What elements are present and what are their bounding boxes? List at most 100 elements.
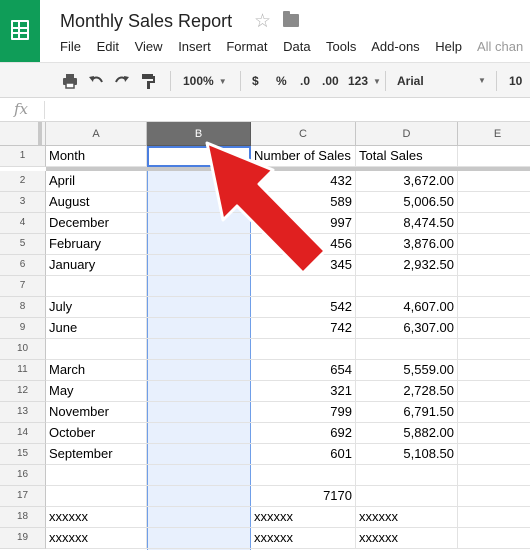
cell-d18[interactable]: xxxxxx bbox=[356, 507, 458, 528]
cell-d3[interactable]: 5,006.50 bbox=[356, 192, 458, 213]
cell-c13[interactable]: 799 bbox=[251, 402, 356, 423]
row-header[interactable]: 2 bbox=[0, 171, 46, 192]
font-select[interactable]: Arial ▼ bbox=[397, 63, 487, 99]
cell-c18[interactable]: xxxxxx bbox=[251, 507, 356, 528]
cell-d5[interactable]: 3,876.00 bbox=[356, 234, 458, 255]
cell-a19[interactable]: xxxxxx bbox=[46, 528, 147, 549]
cell-b12[interactable] bbox=[147, 381, 251, 402]
cell-c15[interactable]: 601 bbox=[251, 444, 356, 465]
cell-e1[interactable] bbox=[458, 146, 530, 167]
cell-b16[interactable] bbox=[147, 465, 251, 486]
cell-e13[interactable] bbox=[458, 402, 530, 423]
cell-b18[interactable] bbox=[147, 507, 251, 528]
cell-b9[interactable] bbox=[147, 318, 251, 339]
zoom-select[interactable]: 100% ▼ bbox=[183, 63, 227, 99]
cell-a8[interactable]: July bbox=[46, 297, 147, 318]
column-header-c[interactable]: C bbox=[251, 122, 356, 146]
cell-a6[interactable]: January bbox=[46, 255, 147, 276]
cell-e10[interactable] bbox=[458, 339, 530, 360]
cell-a3[interactable]: August bbox=[46, 192, 147, 213]
redo-icon[interactable] bbox=[113, 72, 131, 90]
cell-b19[interactable] bbox=[147, 528, 251, 549]
document-title[interactable]: Monthly Sales Report bbox=[60, 11, 232, 32]
row-header[interactable]: 8 bbox=[0, 297, 46, 318]
cell-b11[interactable] bbox=[147, 360, 251, 381]
cell-a13[interactable]: November bbox=[46, 402, 147, 423]
menu-format[interactable]: Format bbox=[226, 39, 267, 54]
cell-e14[interactable] bbox=[458, 423, 530, 444]
row-header[interactable]: 13 bbox=[0, 402, 46, 423]
cell-c2[interactable]: 432 bbox=[251, 171, 356, 192]
cell-d2[interactable]: 3,672.00 bbox=[356, 171, 458, 192]
menu-tools[interactable]: Tools bbox=[326, 39, 356, 54]
cell-b5[interactable] bbox=[147, 234, 251, 255]
row-header[interactable]: 17 bbox=[0, 486, 46, 507]
row-header[interactable]: 14 bbox=[0, 423, 46, 444]
cell-d17[interactable] bbox=[356, 486, 458, 507]
row-header[interactable]: 7 bbox=[0, 276, 46, 297]
undo-icon[interactable] bbox=[87, 72, 105, 90]
cell-b8[interactable] bbox=[147, 297, 251, 318]
row-header[interactable]: 18 bbox=[0, 507, 46, 528]
cell-a9[interactable]: June bbox=[46, 318, 147, 339]
cell-c11[interactable]: 654 bbox=[251, 360, 356, 381]
row-header[interactable]: 6 bbox=[0, 255, 46, 276]
menu-view[interactable]: View bbox=[135, 39, 163, 54]
cell-b3[interactable] bbox=[147, 192, 251, 213]
folder-icon[interactable] bbox=[283, 11, 299, 27]
cell-e6[interactable] bbox=[458, 255, 530, 276]
cell-b4[interactable] bbox=[147, 213, 251, 234]
cell-d7[interactable] bbox=[356, 276, 458, 297]
active-cell-b1[interactable] bbox=[147, 146, 251, 167]
row-header[interactable]: 12 bbox=[0, 381, 46, 402]
cell-a4[interactable]: December bbox=[46, 213, 147, 234]
cell-a5[interactable]: February bbox=[46, 234, 147, 255]
cell-b15[interactable] bbox=[147, 444, 251, 465]
cell-d8[interactable]: 4,607.00 bbox=[356, 297, 458, 318]
row-header[interactable]: 16 bbox=[0, 465, 46, 486]
menu-data[interactable]: Data bbox=[283, 39, 310, 54]
cell-e7[interactable] bbox=[458, 276, 530, 297]
cell-c17[interactable]: 7170 bbox=[251, 486, 356, 507]
cell-e12[interactable] bbox=[458, 381, 530, 402]
cell-d9[interactable]: 6,307.00 bbox=[356, 318, 458, 339]
cell-b6[interactable] bbox=[147, 255, 251, 276]
sheets-logo-icon[interactable] bbox=[0, 0, 40, 62]
row-header[interactable]: 15 bbox=[0, 444, 46, 465]
cell-a18[interactable]: xxxxxx bbox=[46, 507, 147, 528]
decrease-decimal-button[interactable]: .0 bbox=[300, 63, 310, 99]
cell-c3[interactable]: 589 bbox=[251, 192, 356, 213]
cell-d1[interactable]: Total Sales bbox=[356, 146, 458, 167]
column-header-a[interactable]: A bbox=[46, 122, 147, 146]
row-header[interactable]: 4 bbox=[0, 213, 46, 234]
cell-a10[interactable] bbox=[46, 339, 147, 360]
menu-insert[interactable]: Insert bbox=[178, 39, 211, 54]
cell-d19[interactable]: xxxxxx bbox=[356, 528, 458, 549]
cell-e18[interactable] bbox=[458, 507, 530, 528]
cell-c10[interactable] bbox=[251, 339, 356, 360]
row-header[interactable]: 9 bbox=[0, 318, 46, 339]
cell-b17[interactable] bbox=[147, 486, 251, 507]
menu-help[interactable]: Help bbox=[435, 39, 462, 54]
more-formats-button[interactable]: 123 ▼ bbox=[348, 63, 381, 99]
cell-d6[interactable]: 2,932.50 bbox=[356, 255, 458, 276]
cell-c9[interactable]: 742 bbox=[251, 318, 356, 339]
cell-d11[interactable]: 5,559.00 bbox=[356, 360, 458, 381]
cell-c14[interactable]: 692 bbox=[251, 423, 356, 444]
column-header-e[interactable]: E bbox=[458, 122, 530, 146]
cell-e11[interactable] bbox=[458, 360, 530, 381]
cell-c16[interactable] bbox=[251, 465, 356, 486]
menu-file[interactable]: File bbox=[60, 39, 81, 54]
cell-a12[interactable]: May bbox=[46, 381, 147, 402]
row-header[interactable]: 5 bbox=[0, 234, 46, 255]
cell-d16[interactable] bbox=[356, 465, 458, 486]
autosave-status[interactable]: All chan bbox=[477, 39, 523, 54]
cell-a14[interactable]: October bbox=[46, 423, 147, 444]
row-header[interactable]: 11 bbox=[0, 360, 46, 381]
cell-a11[interactable]: March bbox=[46, 360, 147, 381]
cell-e15[interactable] bbox=[458, 444, 530, 465]
cell-d14[interactable]: 5,882.00 bbox=[356, 423, 458, 444]
menu-edit[interactable]: Edit bbox=[97, 39, 119, 54]
cell-b2[interactable] bbox=[147, 171, 251, 192]
cell-d13[interactable]: 6,791.50 bbox=[356, 402, 458, 423]
